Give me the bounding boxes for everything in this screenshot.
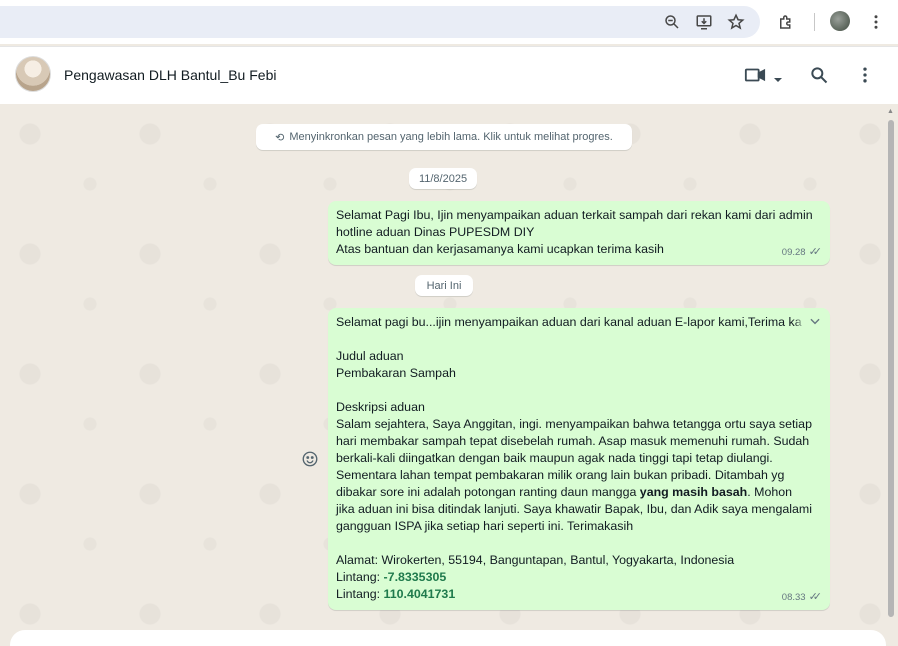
- contact-name[interactable]: Pengawasan DLH Bantul_Bu Febi: [64, 67, 276, 83]
- message-meta: 08.33 ✓✓: [782, 589, 822, 606]
- browser-toolbar: [0, 0, 898, 44]
- profile-avatar[interactable]: [830, 11, 850, 31]
- bookmark-star-icon[interactable]: [726, 12, 746, 32]
- more-vert-icon[interactable]: [866, 12, 886, 32]
- longitude-link[interactable]: 110.4041731: [384, 587, 456, 601]
- sync-notice[interactable]: ⟲ Menyinkronkan pesan yang lebih lama. K…: [256, 124, 632, 150]
- video-call-icon[interactable]: [744, 66, 766, 89]
- latitude-link[interactable]: -7.8335305: [384, 570, 447, 584]
- menu-icon[interactable]: [855, 65, 875, 90]
- sync-icon: ⟲: [275, 131, 285, 144]
- message-time: 09.28: [781, 247, 806, 258]
- zoom-out-icon[interactable]: [662, 12, 682, 32]
- toolbar-divider: [814, 13, 815, 31]
- emoji-react-icon[interactable]: [301, 450, 321, 470]
- date-divider: Hari Ini: [415, 275, 473, 296]
- message-composer[interactable]: [10, 630, 886, 646]
- scroll-up-icon[interactable]: ▲: [887, 108, 895, 116]
- message-meta: 09.28 ✓✓: [782, 244, 822, 261]
- outgoing-message[interactable]: Selamat Pagi Ibu, Ijin menyampaikan adua…: [328, 201, 830, 265]
- double-check-icon: ✓✓: [808, 246, 823, 258]
- chevron-down-icon[interactable]: [794, 314, 822, 333]
- extensions-icon[interactable]: [776, 12, 796, 32]
- search-icon[interactable]: [809, 65, 829, 90]
- chevron-down-icon[interactable]: [773, 71, 783, 89]
- message-time: 08.33: [781, 592, 806, 603]
- date-divider: 11/8/2025: [409, 168, 477, 189]
- outgoing-message[interactable]: Selamat pagi bu...ijin menyampaikan adua…: [328, 308, 830, 610]
- contact-avatar[interactable]: [15, 56, 51, 92]
- double-check-icon: ✓✓: [808, 591, 823, 603]
- scrollbar[interactable]: [888, 120, 894, 617]
- chat-header[interactable]: Pengawasan DLH Bantul_Bu Febi: [0, 46, 898, 104]
- address-bar[interactable]: [0, 6, 760, 38]
- install-app-icon[interactable]: [694, 12, 714, 32]
